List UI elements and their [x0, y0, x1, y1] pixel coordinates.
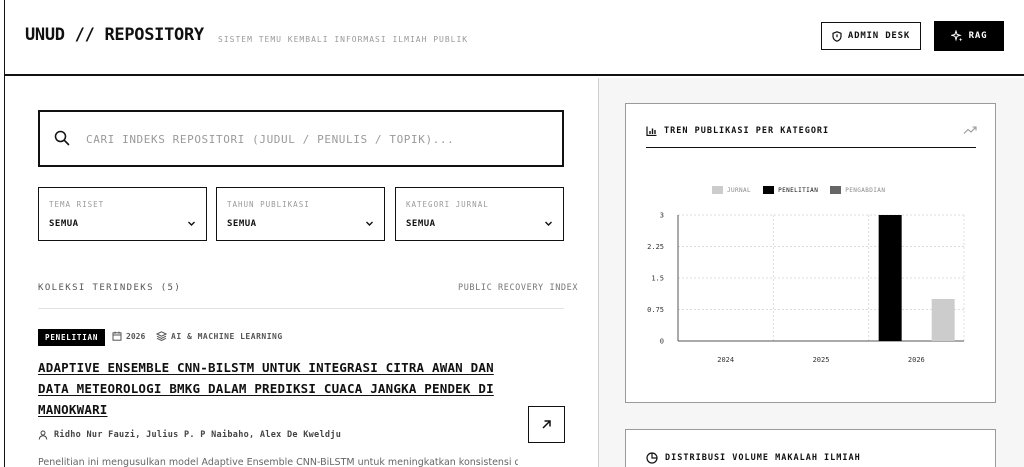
category-badge: PENELITIAN	[38, 329, 106, 346]
bar-jurnal-2026[interactable]	[931, 299, 955, 341]
arrow-up-right-icon	[542, 420, 551, 429]
app-header: UNUD // REPOSITORY SISTEM TEMU KEMBALI I…	[4, 0, 1024, 76]
article-authors: Ridho Nur Fauzi, Julius P. P Naibaho, Al…	[38, 430, 341, 440]
left-border	[4, 76, 5, 467]
y-tick-label: 1.5	[651, 275, 664, 283]
user-icon	[38, 430, 48, 440]
calendar-icon	[112, 331, 122, 341]
rag-label: RAG	[968, 31, 988, 41]
sparkles-icon	[950, 30, 963, 42]
search-box	[38, 110, 564, 167]
trend-chart-card: TREN PUBLIKASI PER KATEGORI JURNAL PENEL…	[625, 103, 996, 403]
filter-value: SEMUA	[406, 219, 436, 229]
filter-label: TAHUN PUBLIKASI	[227, 200, 310, 209]
y-tick-label: 0	[660, 338, 664, 346]
year-label: 2026	[126, 331, 146, 341]
layers-icon	[156, 331, 167, 341]
chevron-down-icon	[366, 221, 373, 226]
x-tick-label: 2025	[813, 356, 830, 364]
x-tick-label: 2026	[908, 356, 925, 364]
distribution-title-text: DISTRIBUSI VOLUME MAKALAH ILMIAH	[665, 453, 861, 463]
search-icon	[54, 130, 70, 146]
collection-count: KOLEKSI TERINDEKS (5)	[38, 283, 182, 293]
rag-button[interactable]: RAG	[934, 21, 1004, 51]
filter-tahun-publikasi[interactable]: TAHUN PUBLIKASI SEMUA	[216, 187, 385, 241]
bar-penelitian-2026[interactable]	[878, 215, 902, 341]
authors-text: Ridho Nur Fauzi, Julius P. P Naibaho, Al…	[54, 430, 342, 440]
search-input[interactable]	[86, 129, 546, 149]
filter-tema-riset[interactable]: TEMA RISET SEMUA	[38, 187, 207, 241]
trend-bar-chart: 0 0.75 1.5 2.25 3 2024 2025 2026	[647, 212, 965, 364]
filter-value: SEMUA	[227, 219, 257, 229]
admin-desk-button[interactable]: ADMIN DESK	[821, 22, 921, 50]
site-logo[interactable]: UNUD // REPOSITORY	[25, 25, 204, 45]
article-topic: AI & MACHINE LEARNING	[156, 331, 283, 341]
y-tick-label: 0.75	[647, 306, 664, 314]
shield-icon	[832, 30, 842, 42]
divider	[38, 308, 564, 309]
distribution-card-title: DISTRIBUSI VOLUME MAKALAH ILMIAH	[646, 452, 861, 464]
article-abstract: Penelitian ini mengusulkan model Adaptiv…	[38, 457, 518, 467]
y-tick-label: 3	[660, 212, 664, 220]
article-year: 2026	[112, 331, 145, 341]
admin-desk-label: ADMIN DESK	[847, 31, 911, 41]
filter-kategori-jurnal[interactable]: KATEGORI JURNAL SEMUA	[395, 187, 564, 241]
topic-label: AI & MACHINE LEARNING	[171, 331, 283, 341]
chevron-down-icon	[188, 221, 195, 226]
article-title-link[interactable]: ADAPTIVE ENSEMBLE CNN-BILSTM UNTUK INTEG…	[38, 357, 518, 420]
filter-label: KATEGORI JURNAL	[406, 200, 489, 209]
chevron-down-icon	[545, 221, 552, 226]
x-tick-label: 2024	[717, 356, 734, 364]
open-article-button[interactable]	[528, 406, 565, 443]
filter-value: SEMUA	[49, 219, 79, 229]
public-recovery-index-link[interactable]: PUBLIC RECOVERY INDEX	[458, 283, 578, 293]
filter-label: TEMA RISET	[49, 200, 105, 209]
distribution-card: DISTRIBUSI VOLUME MAKALAH ILMIAH	[625, 429, 996, 467]
pie-chart-icon	[646, 452, 658, 464]
site-tagline: SISTEM TEMU KEMBALI INFORMASI ILMIAH PUB…	[218, 35, 469, 44]
y-tick-label: 2.25	[647, 243, 664, 251]
